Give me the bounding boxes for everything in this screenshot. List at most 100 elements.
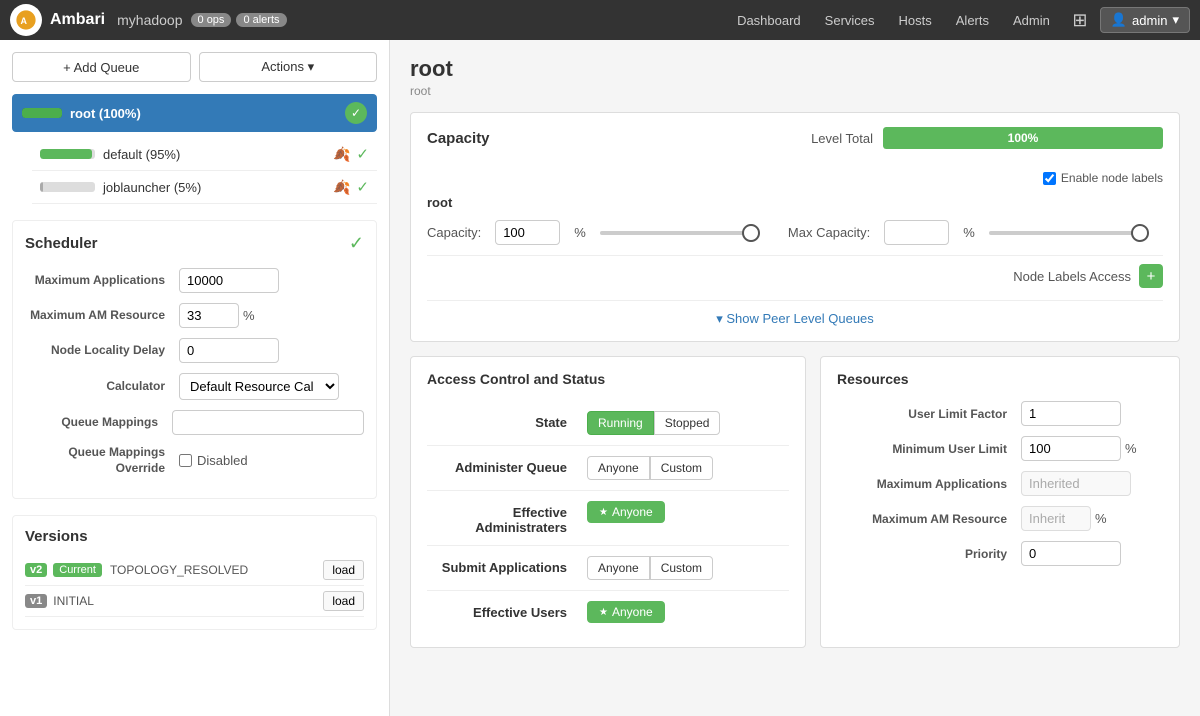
- administer-queue-label: Administer Queue: [427, 456, 567, 475]
- ops-badge[interactable]: 0 ops: [191, 13, 232, 27]
- root-queue-section-label: root: [427, 195, 1163, 210]
- alerts-badge[interactable]: 0 alerts: [236, 13, 286, 27]
- topnav: A Ambari myhadoop 0 ops 0 alerts Dashboa…: [0, 0, 1200, 40]
- capacity-percent-sign: %: [574, 225, 586, 240]
- node-locality-delay-label: Node Locality Delay: [25, 343, 165, 359]
- effective-users-anyone-button[interactable]: ★ Anyone: [587, 601, 665, 623]
- administer-anyone-button[interactable]: Anyone: [587, 456, 650, 480]
- queue-item-default[interactable]: default (95%) 🍂 ✓: [32, 138, 377, 171]
- scheduler-title: Scheduler: [25, 235, 98, 252]
- max-applications-row: Maximum Applications: [25, 268, 364, 293]
- effective-administrators-row: Effective Administraters ★ Anyone: [427, 491, 789, 546]
- max-applications-resources-label: Maximum Applications: [837, 477, 1007, 491]
- version-load-v2-button[interactable]: load: [323, 560, 364, 580]
- user-menu[interactable]: 👤 admin ▾: [1100, 7, 1190, 33]
- submit-applications-label: Submit Applications: [427, 556, 567, 575]
- capacity-header-label: Capacity: [427, 130, 811, 147]
- root-queue-progress-container: [22, 108, 62, 118]
- max-applications-resources-input[interactable]: [1021, 471, 1131, 496]
- node-labels-access-label: Node Labels Access: [1013, 269, 1131, 284]
- max-capacity-slider-container: [989, 231, 1163, 235]
- user-limit-factor-input[interactable]: [1021, 401, 1121, 426]
- add-queue-button[interactable]: + Add Queue: [12, 52, 191, 82]
- capacity-form-row: Capacity: % Max Capacity: %: [427, 220, 1163, 245]
- min-user-limit-unit: %: [1125, 441, 1137, 456]
- joblauncher-queue-label: joblauncher (5%): [103, 180, 333, 195]
- svg-text:A: A: [21, 16, 28, 26]
- queue-children: default (95%) 🍂 ✓ joblauncher (5%) 🍂 ✓: [32, 138, 377, 204]
- root-queue-progress-bar: [22, 108, 62, 118]
- brand-label: Ambari: [50, 11, 105, 29]
- min-user-limit-row: Minimum User Limit %: [837, 436, 1163, 461]
- effective-administrators-content: ★ Anyone: [587, 501, 789, 523]
- versions-section: Versions v2 Current TOPOLOGY_RESOLVED lo…: [12, 515, 377, 630]
- max-applications-resources-row: Maximum Applications: [837, 471, 1163, 496]
- submit-applications-content: Anyone Custom: [587, 556, 789, 580]
- calculator-row: Calculator Default Resource Cal: [25, 373, 364, 400]
- state-running-button[interactable]: Running: [587, 411, 654, 435]
- root-queue-label: root (100%): [70, 106, 345, 121]
- nav-dashboard[interactable]: Dashboard: [727, 9, 811, 32]
- max-am-resource-resources-unit: %: [1095, 511, 1107, 526]
- max-capacity-form-label: Max Capacity:: [788, 225, 870, 240]
- effective-users-row: Effective Users ★ Anyone: [427, 591, 789, 633]
- administer-custom-button[interactable]: Custom: [650, 456, 713, 480]
- leaf-icon2: 🍂: [333, 179, 350, 196]
- joblauncher-queue-progress-container: [40, 182, 95, 192]
- state-content: Running Stopped: [587, 411, 789, 435]
- nav-admin[interactable]: Admin: [1003, 9, 1060, 32]
- max-capacity-value-input[interactable]: [884, 220, 949, 245]
- access-control-title: Access Control and Status: [427, 371, 789, 387]
- max-am-resource-row: Maximum AM Resource %: [25, 303, 364, 328]
- queue-mappings-override-row: Queue Mappings Override Disabled: [25, 445, 364, 476]
- nav-services[interactable]: Services: [815, 9, 885, 32]
- administer-queue-button-group: Anyone Custom: [587, 456, 789, 480]
- enable-node-labels-checkbox[interactable]: [1043, 172, 1056, 185]
- version-load-v1-button[interactable]: load: [323, 591, 364, 611]
- max-am-resource-input[interactable]: [179, 303, 239, 328]
- user-limit-factor-label: User Limit Factor: [837, 407, 1007, 421]
- capacity-value-input[interactable]: [495, 220, 560, 245]
- queue-item-joblauncher[interactable]: joblauncher (5%) 🍂 ✓: [32, 171, 377, 204]
- node-labels-access-add-button[interactable]: +: [1139, 264, 1163, 288]
- version-row-v2: v2 Current TOPOLOGY_RESOLVED load: [25, 555, 364, 586]
- version-name-v1: INITIAL: [53, 594, 323, 608]
- submit-custom-button[interactable]: Custom: [650, 556, 713, 580]
- bottom-cards-row: Access Control and Status State Running …: [410, 356, 1180, 648]
- capacity-card: Capacity Level Total 100% Enable node la…: [410, 112, 1180, 342]
- enable-node-labels-label: Enable node labels: [1043, 171, 1163, 185]
- show-peer-queues[interactable]: ▾ Show Peer Level Queues: [427, 300, 1163, 327]
- administer-queue-content: Anyone Custom: [587, 456, 789, 480]
- calculator-select[interactable]: Default Resource Cal: [179, 373, 339, 400]
- queue-mappings-override-checkbox-label: Disabled: [179, 453, 248, 468]
- submit-anyone-button[interactable]: Anyone: [587, 556, 650, 580]
- nav-alerts[interactable]: Alerts: [946, 9, 999, 32]
- max-capacity-slider[interactable]: [989, 231, 1149, 235]
- max-am-resource-unit: %: [243, 308, 255, 323]
- state-stopped-button[interactable]: Stopped: [654, 411, 721, 435]
- max-am-resource-resources-row: Maximum AM Resource %: [837, 506, 1163, 531]
- queue-mappings-override-label: Queue Mappings Override: [25, 445, 165, 476]
- node-locality-delay-input[interactable]: [179, 338, 279, 363]
- priority-input[interactable]: [1021, 541, 1121, 566]
- top-navigation: Dashboard Services Hosts Alerts Admin ⊞ …: [727, 4, 1190, 36]
- default-queue-icons: 🍂 ✓: [333, 145, 369, 163]
- actions-button[interactable]: Actions ▾: [199, 52, 378, 82]
- min-user-limit-input[interactable]: [1021, 436, 1121, 461]
- queue-item-root[interactable]: root (100%) ✓: [12, 94, 377, 132]
- effective-admin-anyone-button[interactable]: ★ Anyone: [587, 501, 665, 523]
- max-am-resource-resources-input[interactable]: [1021, 506, 1091, 531]
- versions-title: Versions: [25, 528, 364, 545]
- capacity-slider[interactable]: [600, 231, 760, 235]
- queue-mappings-input[interactable]: [172, 410, 364, 435]
- max-applications-input[interactable]: [179, 268, 279, 293]
- version-row-v1: v1 INITIAL load: [25, 586, 364, 617]
- version-badge-v1: v1: [25, 594, 47, 608]
- sidebar-top-buttons: + Add Queue Actions ▾: [12, 52, 377, 82]
- queue-mappings-override-checkbox[interactable]: [179, 454, 192, 467]
- actions-label: Actions ▾: [261, 59, 314, 75]
- version-badge-v2: v2: [25, 563, 47, 577]
- grid-icon[interactable]: ⊞: [1064, 4, 1096, 36]
- queue-mappings-row: Queue Mappings: [25, 410, 364, 435]
- nav-hosts[interactable]: Hosts: [889, 9, 942, 32]
